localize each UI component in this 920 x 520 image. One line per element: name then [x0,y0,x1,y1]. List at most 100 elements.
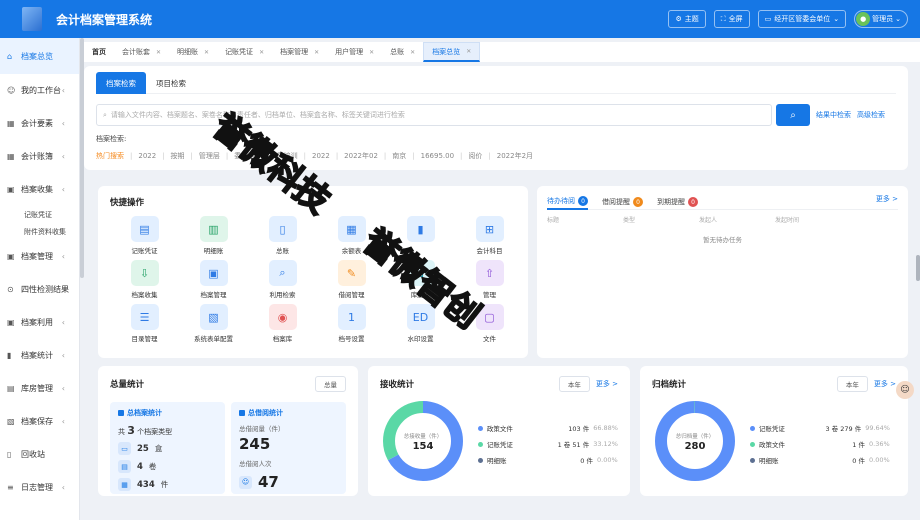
quick-action-item[interactable]: ⌕ 利用检索 [248,260,317,299]
sidebar-item[interactable]: ▧ 档案保存 ‹ [0,405,79,438]
org-select[interactable]: ▭ 经开区管委会单位 ⌄ [757,10,847,28]
close-icon[interactable]: ✕ [314,49,319,56]
result-search-link[interactable]: 结果中检索 [816,110,851,120]
quick-action-item[interactable]: ⊞ 会计科目 [455,216,524,255]
quick-action-item[interactable]: ▣ 档案管理 [179,260,248,299]
sidebar-item[interactable]: ▯ 回收站 [0,438,79,471]
quick-actions-title: 快捷操作 [110,198,145,208]
tab[interactable]: 记账凭证 ✕ [217,42,272,62]
hot-search-item[interactable]: 2022 [312,152,330,160]
trash-icon: ▯ [7,450,12,459]
hot-search-item[interactable]: 16695.00 [421,152,454,160]
hot-search-item[interactable]: 阅价 [468,151,482,161]
todo-more-link[interactable]: 更多 > [876,194,898,204]
total-stats-title: 总量统计 [110,380,145,390]
quick-action-item[interactable]: ✎ 借阅管理 [317,260,386,299]
close-icon[interactable]: ✕ [466,48,471,55]
hot-search-item[interactable]: 2022 [138,152,156,160]
sidebar-item[interactable]: ≡ 日志管理 ‹ [0,471,79,504]
user-menu[interactable]: ● 管理员 ⌄ [854,10,908,28]
hot-search-item[interactable]: 委员会 [234,151,255,161]
sidebar-subitem[interactable]: 附件资料收集 [0,223,79,240]
advanced-search-link[interactable]: 高级检索 [857,110,885,120]
quick-action-item[interactable]: ▯ 总账 [248,216,317,255]
archive-more-link[interactable]: 更多 > [874,379,896,389]
tab[interactable]: 档案总览 ✕ [423,42,481,62]
quick-action-item[interactable]: ◉ 档案库 [248,304,317,343]
close-icon[interactable]: ✕ [156,49,161,56]
todo-tab[interactable]: 借阅提醒 0 [602,194,643,210]
archive-stats-card: 归档统计 本年 更多 > 总归档量（件） 280 记账凭证 3 卷 279 件 99.… [640,366,908,496]
quick-action-item[interactable]: ▢ 文件 [455,304,524,343]
check-icon: ⊙ [7,285,14,294]
close-icon[interactable]: ✕ [369,49,374,56]
tab[interactable]: 总账 ✕ [382,42,423,62]
sidebar-item[interactable]: ▦ 会计要素 ‹ [0,107,79,140]
tab-project-search[interactable]: 项目检索 [146,72,196,94]
receive-more-link[interactable]: 更多 > [596,379,618,389]
tab[interactable]: 档案管理 ✕ [272,42,327,62]
search-input[interactable]: ⌕ 请输入文件内容、档案题名、案卷名称、责任者、归档单位、档案盒名称、标签关键词进… [96,104,772,126]
legend-item: 记账凭证 3 卷 279 件 99.64% [750,423,890,433]
sidebar-item[interactable]: ⌂ 档案总览 [0,38,79,74]
app-title: 会计档案管理系统 [56,12,153,27]
search-button[interactable]: ⌕ [776,104,810,126]
archive-year-select[interactable]: 本年 [836,376,868,392]
quick-action-item[interactable]: ▥ 明细账 [179,216,248,255]
close-icon[interactable]: ✕ [410,49,415,56]
legend-dot [750,425,755,431]
sidebar-item[interactable]: ▦ 会计账簿 ‹ [0,140,79,173]
legend-dot [478,441,483,447]
sidebar-item[interactable]: ⊙ 四性检测结果 [0,273,79,306]
sidebar-item[interactable]: ☺ 我的工作台 ‹ [0,74,79,107]
database-icon: ◉ [268,304,297,330]
sidebar-item[interactable]: ▣ 档案利用 ‹ [0,306,79,339]
hot-search-item[interactable]: 按期 [171,151,185,161]
quick-action-item[interactable]: ⇩ 档案收集 [110,260,179,299]
tab[interactable]: 用户管理 ✕ [327,42,382,62]
borrow-total-value: 245 [239,435,271,453]
quick-action-item[interactable]: ▧ 系统表单配置 [179,304,248,343]
tab-archive-search[interactable]: 档案检索 [96,72,146,94]
borrow-summary-icon [239,410,245,416]
tab[interactable]: 明细账 ✕ [169,42,217,62]
todo-tab[interactable]: 待办待阅 0 [547,194,588,210]
hot-search-item[interactable]: 2022年2月 [497,151,533,161]
hot-search-item[interactable]: 2022年02 [344,151,378,161]
receive-year-select[interactable]: 本年 [558,376,590,392]
quick-action-item[interactable]: ▤ 记账凭证 [110,216,179,255]
quick-action-item[interactable]: ☰ 目录管理 [110,304,179,343]
sidebar-item[interactable]: ▣ 档案管理 ‹ [0,240,79,273]
tab[interactable]: 首页 [84,42,114,62]
legend-dot [478,425,483,431]
quick-action-item[interactable]: ▦ 余额表 [317,216,386,255]
page-scrollbar[interactable] [916,255,920,281]
todo-tab[interactable]: 到期提醒 0 [657,194,698,210]
theme-button[interactable]: ⚙ 主题 [668,10,706,28]
hot-search-item[interactable]: 素质培训 [270,151,298,161]
divider: | [383,152,387,160]
hot-search-item[interactable]: 管理层 [199,151,220,161]
divider: | [412,152,415,160]
quick-action-item[interactable]: ED 水印设置 [386,304,455,343]
sidebar-item[interactable]: ▤ 库房管理 ‹ [0,372,79,405]
fullscreen-icon: ⛶ [720,14,726,23]
quick-action-item[interactable]: ⌂ 库房管 [386,260,455,299]
sidebar-subitem[interactable]: 记账凭证 [0,206,79,223]
quick-action-item[interactable]: ⇧ 管理 [455,260,524,299]
total-stats-select[interactable]: 总量 [315,376,346,392]
sidebar-item[interactable]: ▮ 档案统计 ‹ [0,339,79,372]
chevron-left-icon: ‹ [61,152,65,161]
legend-dot [478,457,483,463]
assistant-avatar-button[interactable]: ☺ [896,381,914,399]
archive-type-count: 共 3 个档案类型 [118,424,173,437]
hot-search-item[interactable]: 南京 [392,151,406,161]
fullscreen-button[interactable]: ⛶ 全屏 [713,10,750,28]
sidebar-item[interactable]: ▣ 档案收集 ‹ [0,173,79,206]
quick-action-item[interactable]: 1 档号设置 [317,304,386,343]
close-icon[interactable]: ✕ [259,49,264,56]
close-icon[interactable]: ✕ [204,49,209,56]
quick-action-item[interactable]: ▮ [386,216,455,255]
tab[interactable]: 会计账套 ✕ [114,42,169,62]
chevron-down-icon: ⌄ [833,15,840,23]
